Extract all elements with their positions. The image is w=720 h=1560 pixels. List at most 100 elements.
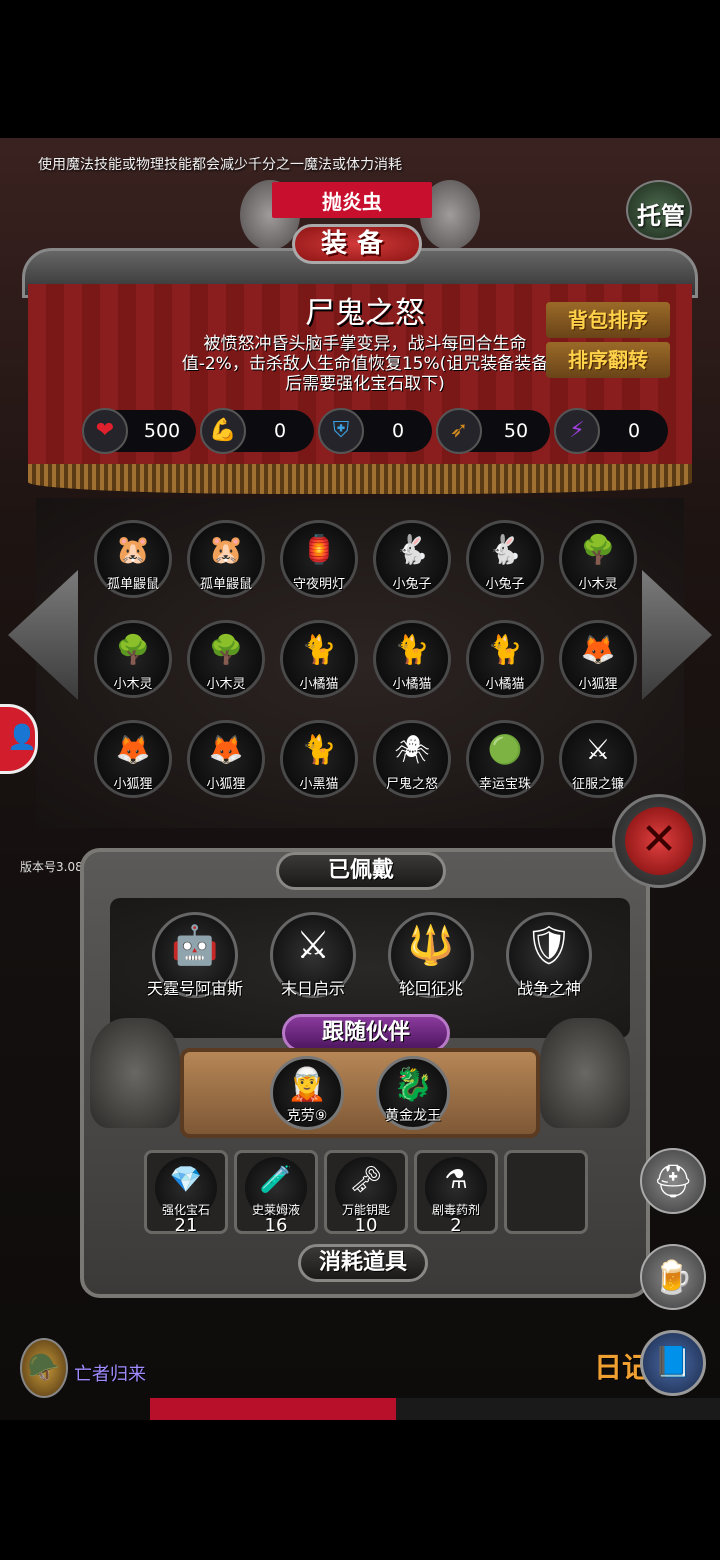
- stat-1: 💪 0: [200, 408, 314, 454]
- inventory-label: 小木灵: [206, 677, 246, 692]
- inventory-label: 尸鬼之怒: [385, 777, 438, 792]
- auto-button[interactable]: 托管: [626, 180, 692, 240]
- companion-label: 克劳⑨: [286, 1108, 328, 1124]
- companions-bar: 🧝 克劳⑨ 🐉 黄金龙王: [180, 1048, 540, 1138]
- close-button[interactable]: ✕: [612, 794, 706, 888]
- bottom-bar-dark: [396, 1398, 720, 1420]
- inventory-label: 小狐狸: [206, 777, 246, 792]
- consumable-icon: 🧪: [259, 1165, 293, 1195]
- tavern-mug-icon[interactable]: 🍺: [640, 1244, 706, 1310]
- inventory-label: 孤单鼹鼠: [106, 577, 159, 592]
- left-dragon-statue: [90, 1018, 180, 1128]
- companion-icon: 🧝: [287, 1065, 327, 1103]
- inventory-slot[interactable]: 🐹 孤单鼹鼠: [187, 520, 265, 598]
- item-icon: 🦊: [115, 733, 151, 766]
- inventory-slot[interactable]: 🐇 小兔子: [466, 520, 544, 598]
- magic-icon: ⚡: [554, 408, 600, 454]
- inventory-slot[interactable]: 🦊 小狐狸: [559, 620, 637, 698]
- item-icon: 🦊: [208, 733, 244, 766]
- knight-helmet-icon[interactable]: ⛑: [640, 1148, 706, 1214]
- consumable-icon: 💎: [169, 1165, 203, 1195]
- item-icon: 🦊: [580, 633, 616, 666]
- equipment-icon: ⚔: [295, 923, 331, 967]
- stat-4: ⚡ 0: [554, 408, 668, 454]
- inventory-slot[interactable]: 🐈 小黑猫: [280, 720, 358, 798]
- item-icon: 🐈: [301, 633, 337, 666]
- item-icon: 🐹: [208, 533, 244, 566]
- consumable-count: 2: [450, 1215, 462, 1236]
- item-icon: 🌳: [208, 633, 244, 666]
- item-description: 被愤怒冲昏头脑手掌变异，战斗每回合生命值-2%，击杀敌人生命值恢复15%(诅咒装…: [181, 334, 549, 394]
- stats-row: ❤ 500 💪 0 ⛨ 0 ➶ 50 ⚡ 0: [82, 408, 668, 454]
- equipped-title: 已佩戴: [276, 852, 446, 890]
- inventory-slot[interactable]: 🦊 小狐狸: [94, 720, 172, 798]
- item-icon: 🐹: [115, 533, 151, 566]
- enemy-name: 抛炎虫: [322, 190, 382, 214]
- companion-slot[interactable]: 🧝 克劳⑨: [270, 1056, 344, 1130]
- inventory-slot[interactable]: 🐈 小橘猫: [466, 620, 544, 698]
- auto-button-label: 托管: [637, 202, 685, 230]
- consumable-slot-empty[interactable]: [504, 1150, 588, 1234]
- profile-tab[interactable]: 👤: [0, 704, 38, 774]
- equipped-label: 末日启示: [280, 979, 345, 998]
- inventory-slot[interactable]: 🐈 小橘猫: [373, 620, 451, 698]
- inventory-slot[interactable]: 🐈 小橘猫: [280, 620, 358, 698]
- companion-label: 黄金龙王: [385, 1108, 441, 1124]
- inventory-label: 小橘猫: [299, 677, 339, 692]
- inventory-label: 孤单鼹鼠: [199, 577, 252, 592]
- stat-value: 0: [273, 420, 287, 442]
- item-icon: 🟢: [487, 733, 523, 766]
- right-dragon-statue: [540, 1018, 630, 1128]
- equipped-slot[interactable]: 🛡 战争之神: [506, 912, 592, 998]
- equipment-icon: 🤖: [171, 923, 219, 967]
- sort-bag-button[interactable]: 背包排序: [546, 302, 670, 338]
- armor-icon: ⛨: [318, 408, 364, 454]
- version-label: 版本号3.08: [20, 860, 83, 874]
- item-name: 尸鬼之怒: [305, 296, 425, 331]
- inventory-slot[interactable]: 🕷 尸鬼之怒: [373, 720, 451, 798]
- item-icon: 🕷: [394, 733, 430, 766]
- equipped-slot[interactable]: 🔱 轮回征兆: [388, 912, 474, 998]
- reverse-sort-button[interactable]: 排序翻转: [546, 342, 670, 378]
- consumable-slot[interactable]: 💎 强化宝石 21: [144, 1150, 228, 1236]
- item-icon: ⚔: [585, 733, 611, 766]
- consumable-icon: ⚗: [444, 1165, 468, 1195]
- equipped-slot[interactable]: ⚔ 末日启示: [270, 912, 356, 998]
- equipped-label: 天霆号阿宙斯: [146, 979, 243, 998]
- inventory-slot[interactable]: 🌳 小木灵: [94, 620, 172, 698]
- inventory-slot[interactable]: 🏮 守夜明灯: [280, 520, 358, 598]
- diary-book-icon[interactable]: 📘: [640, 1330, 706, 1396]
- stat-value: 500: [143, 420, 181, 442]
- item-icon: 🌳: [115, 633, 151, 666]
- consumable-count: 16: [264, 1215, 288, 1236]
- stat-3: ➶ 50: [436, 408, 550, 454]
- item-icon: 🐇: [394, 533, 430, 566]
- inventory-slot[interactable]: 🐹 孤单鼹鼠: [94, 520, 172, 598]
- inventory-slot[interactable]: 🐇 小兔子: [373, 520, 451, 598]
- inventory-label: 小橘猫: [485, 677, 525, 692]
- hero-avatar[interactable]: 🪖: [20, 1338, 68, 1398]
- consumable-slot[interactable]: ⚗ 剧毒药剂 2: [414, 1150, 498, 1236]
- inventory-label: 幸运宝珠: [478, 777, 531, 792]
- inventory-slot[interactable]: 🌳 小木灵: [559, 520, 637, 598]
- hero-label[interactable]: 亡者归来: [74, 1360, 146, 1386]
- equipment-icon: 🛡: [524, 923, 574, 967]
- inventory-label: 小兔子: [392, 577, 432, 592]
- inventory-slot[interactable]: 🦊 小狐狸: [187, 720, 265, 798]
- companion-slot[interactable]: 🐉 黄金龙王: [376, 1056, 450, 1130]
- stat-value: 0: [391, 420, 405, 442]
- game-scene: 使用魔法技能或物理技能都会减少千分之一魔法或体力消耗 抛炎虫 托管 装备 尸鬼之…: [0, 138, 720, 1420]
- inventory-slot[interactable]: 🟢 幸运宝珠: [466, 720, 544, 798]
- strength-icon: 💪: [200, 408, 246, 454]
- inventory-label: 小兔子: [485, 577, 525, 592]
- consumable-slot[interactable]: 🧪 史莱姆液 16: [234, 1150, 318, 1236]
- item-icon: 🐈: [394, 633, 430, 666]
- inventory-slot[interactable]: 🌳 小木灵: [187, 620, 265, 698]
- item-icon: 🐇: [487, 533, 523, 566]
- equipment-icon: 🔱: [407, 923, 455, 967]
- equipped-slot[interactable]: 🤖 天霆号阿宙斯: [147, 912, 243, 998]
- consumable-slot[interactable]: 🗝 万能钥匙 10: [324, 1150, 408, 1236]
- attack-speed-icon: ➶: [436, 408, 482, 454]
- inventory-slot[interactable]: ⚔ 征服之镰: [559, 720, 637, 798]
- companion-icon: 🐉: [393, 1065, 433, 1103]
